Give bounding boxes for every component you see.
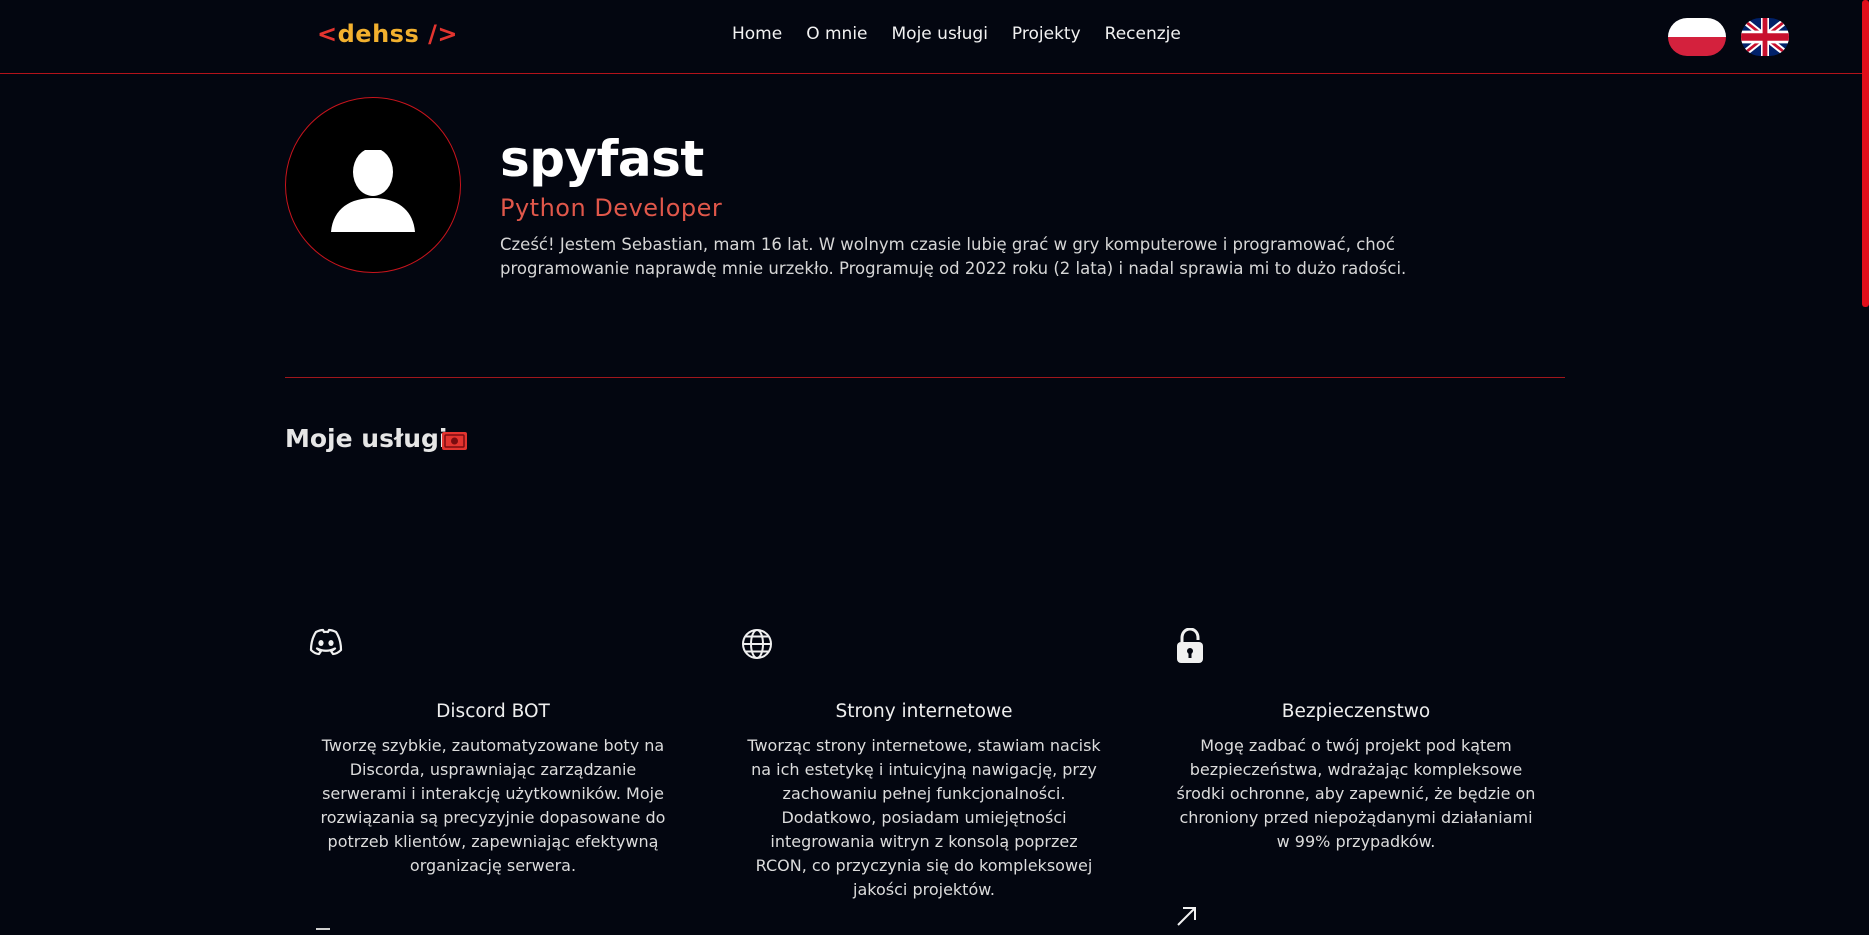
partial-icon xyxy=(316,928,330,935)
nav-link-home[interactable]: Home xyxy=(732,24,782,44)
discord-icon xyxy=(309,628,343,656)
money-icon xyxy=(442,432,467,450)
service-title: Discord BOT xyxy=(436,701,550,722)
nav-links: Home O mnie Moje usługi Projekty Recenzj… xyxy=(732,24,1181,44)
logo-close-bracket: /> xyxy=(419,20,458,48)
logo-open-bracket: < xyxy=(317,20,338,48)
nav-link-about[interactable]: O mnie xyxy=(806,24,867,44)
profile-name: spyfast xyxy=(500,130,704,188)
service-description: Mogę zadbać o twój projekt pod kątem bez… xyxy=(1176,736,1536,851)
nav-link-projects[interactable]: Projekty xyxy=(1012,24,1081,44)
nav-link-services[interactable]: Moje usługi xyxy=(892,24,988,44)
arrow-up-right-icon[interactable] xyxy=(1176,905,1198,927)
service-description: Tworząc strony internetowe, stawiam naci… xyxy=(747,736,1101,899)
globe-icon xyxy=(742,629,772,659)
lock-icon xyxy=(1177,628,1203,663)
nav-link-reviews[interactable]: Recenzje xyxy=(1105,24,1181,44)
pl-flag-icon[interactable] xyxy=(1668,18,1726,56)
profile-bio: Cześć! Jestem Sebastian, mam 16 lat. W w… xyxy=(500,235,1407,278)
service-title: Strony internetowe xyxy=(835,701,1013,722)
user-silhouette-icon xyxy=(331,150,415,232)
site-logo[interactable]: <dehss /> xyxy=(317,20,458,48)
service-description: Tworzę szybkie, zautomatyzowane boty na … xyxy=(320,736,666,875)
profile-role: Python Developer xyxy=(500,194,723,222)
service-title: Bezpieczenstwo xyxy=(1281,701,1431,722)
logo-name: dehss xyxy=(337,20,420,48)
services-title: Moje usługi xyxy=(285,424,448,453)
scrollbar-thumb[interactable] xyxy=(1862,0,1869,307)
avatar xyxy=(285,97,461,273)
uk-flag-icon[interactable] xyxy=(1741,18,1789,56)
section-divider xyxy=(285,377,1565,378)
navbar: <dehss /> Home O mnie Moje usługi Projek… xyxy=(0,0,1869,74)
